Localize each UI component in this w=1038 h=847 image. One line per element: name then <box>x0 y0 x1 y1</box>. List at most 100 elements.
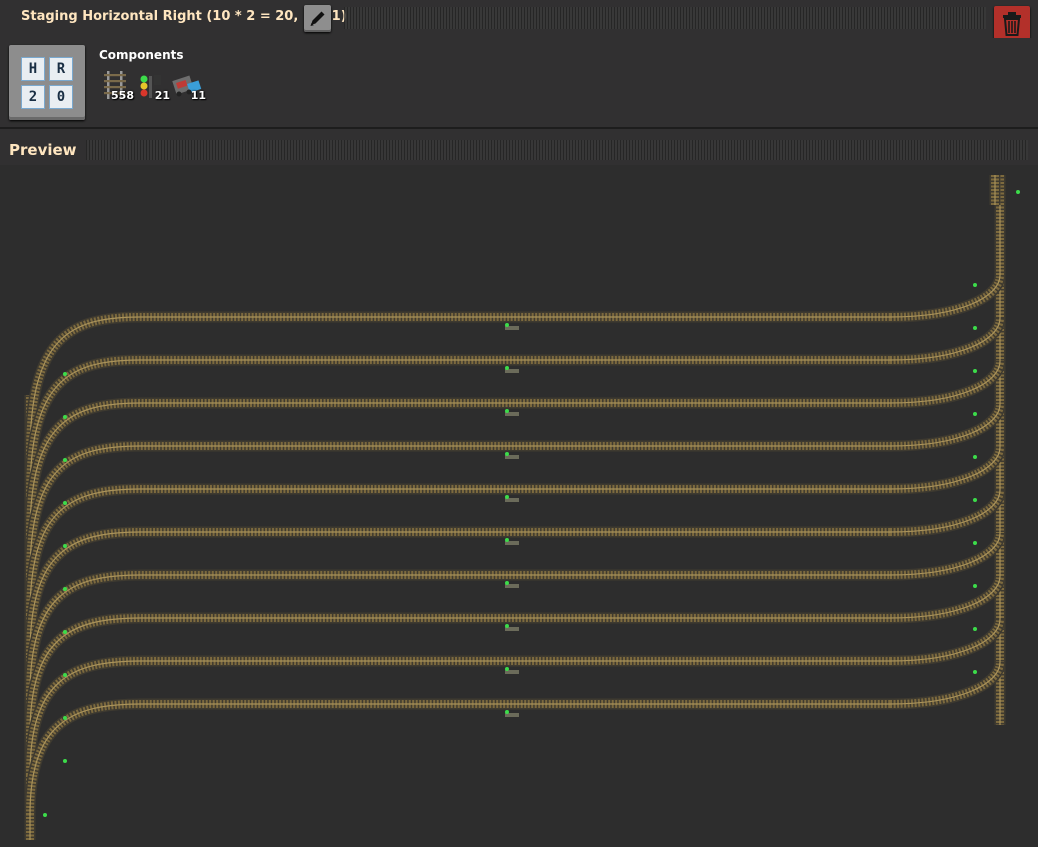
lane-signal <box>505 366 509 370</box>
component-rail-signal[interactable]: 21 <box>136 70 170 102</box>
rail-network <box>24 175 1006 840</box>
exit-signal <box>973 498 977 502</box>
blueprint-preview[interactable] <box>0 165 1038 847</box>
staging-lane <box>24 655 890 776</box>
exit-signal <box>973 412 977 416</box>
trash-icon <box>1003 12 1021 36</box>
staging-lane <box>24 569 890 696</box>
lane-exit-curve <box>889 532 1006 581</box>
staging-lane-rail <box>29 445 890 576</box>
staging-lane-rail <box>29 402 890 536</box>
staging-lane-rail <box>29 617 890 736</box>
blueprint-icon-cell: H <box>21 57 45 81</box>
lane-signal <box>505 581 509 585</box>
staging-lane-rail <box>29 660 890 776</box>
lane-signal <box>505 323 509 327</box>
component-rail[interactable]: 558 <box>100 70 134 102</box>
entry-signal <box>63 415 67 419</box>
staging-lane-rail <box>29 531 890 656</box>
lane-signal <box>505 495 509 499</box>
entry-signal <box>1016 190 1020 194</box>
lane-exit-curve <box>889 446 1006 495</box>
preview-heading: Preview <box>9 141 77 159</box>
entry-signal <box>63 544 67 548</box>
staging-lane-ties <box>26 442 890 576</box>
staging-lane-rail <box>29 703 890 816</box>
lane-signal <box>505 667 509 671</box>
exit-signal <box>973 369 977 373</box>
entry-signal <box>63 673 67 677</box>
preview-header: Preview <box>0 129 1038 165</box>
staging-lane <box>24 311 890 456</box>
staging-lane-rail <box>29 488 890 616</box>
staging-lane-rail <box>29 359 890 496</box>
entry-signal <box>63 759 67 763</box>
lane-exit-curve <box>889 575 1006 624</box>
entry-signal <box>63 501 67 505</box>
exit-signal <box>973 584 977 588</box>
entry-signal <box>63 587 67 591</box>
staging-lane <box>24 698 890 816</box>
staging-lane <box>24 440 890 576</box>
blueprint-icon-cell: R <box>49 57 73 81</box>
exit-signal <box>973 283 977 287</box>
component-train-stop[interactable]: 11 <box>172 70 206 102</box>
exit-signal <box>973 670 977 674</box>
staging-lane-ties <box>26 356 890 496</box>
staging-lane <box>24 483 890 616</box>
staging-lane-ties <box>26 485 890 616</box>
staging-lane-ties <box>26 399 890 536</box>
lane-signal <box>505 409 509 413</box>
lane-exit-curve <box>889 661 1006 710</box>
rail-signals <box>43 190 1020 817</box>
staging-lane-ties <box>26 700 890 816</box>
blueprint-icon-button[interactable]: H R 2 0 <box>9 45 85 120</box>
title-drag-handle[interactable] <box>344 7 986 29</box>
window-title: Staging Horizontal Right (10 * 2 = 20, 1… <box>21 9 347 24</box>
staging-lane-rail <box>29 316 890 456</box>
exit-signal <box>973 455 977 459</box>
entry-signal <box>43 813 47 817</box>
lane-signal <box>505 452 509 456</box>
components-heading: Components <box>99 48 184 62</box>
rail-layout-preview <box>24 175 1020 840</box>
staging-lane-ties <box>26 528 890 656</box>
entry-signal <box>63 630 67 634</box>
blueprint-icon-cell: 2 <box>21 85 45 109</box>
lane-exit-curve <box>889 317 1006 366</box>
lane-exit-curve <box>889 618 1006 667</box>
delete-button[interactable] <box>994 6 1030 41</box>
entry-signal <box>63 372 67 376</box>
staging-lane <box>24 526 890 656</box>
lane-signal <box>505 624 509 628</box>
entry-signal <box>63 458 67 462</box>
entry-signal <box>63 716 67 720</box>
component-count: 11 <box>190 89 206 102</box>
staging-lane <box>24 397 890 536</box>
blueprint-header: H R 2 0 Components 558 21 11 <box>0 38 1038 129</box>
component-count: 558 <box>111 89 134 102</box>
staging-lane-rail <box>29 574 890 696</box>
staging-lane-ties <box>26 571 890 696</box>
pencil-icon <box>310 11 325 26</box>
exit-signal <box>973 627 977 631</box>
lane-exit-curve <box>889 274 1006 323</box>
lane-signal <box>505 710 509 714</box>
staging-lane <box>24 354 890 496</box>
staging-lane-ties <box>26 657 890 776</box>
title-bar[interactable]: Staging Horizontal Right (10 * 2 = 20, 1… <box>0 0 1038 41</box>
lane-signal <box>505 538 509 542</box>
lane-exit-curve <box>889 360 1006 409</box>
exit-signal <box>973 541 977 545</box>
blueprint-icon-cell: 0 <box>49 85 73 109</box>
staging-lane <box>24 612 890 736</box>
edit-title-button[interactable] <box>304 5 331 32</box>
lane-exit-curve <box>889 403 1006 452</box>
staging-lane-ties <box>26 614 890 736</box>
lane-exit-curve <box>889 489 1006 538</box>
component-count: 21 <box>154 89 170 102</box>
staging-lane-ties <box>26 313 890 456</box>
exit-signal <box>973 326 977 330</box>
blueprint-window: Staging Horizontal Right (10 * 2 = 20, 1… <box>0 0 1038 847</box>
preview-divider <box>86 140 1028 160</box>
